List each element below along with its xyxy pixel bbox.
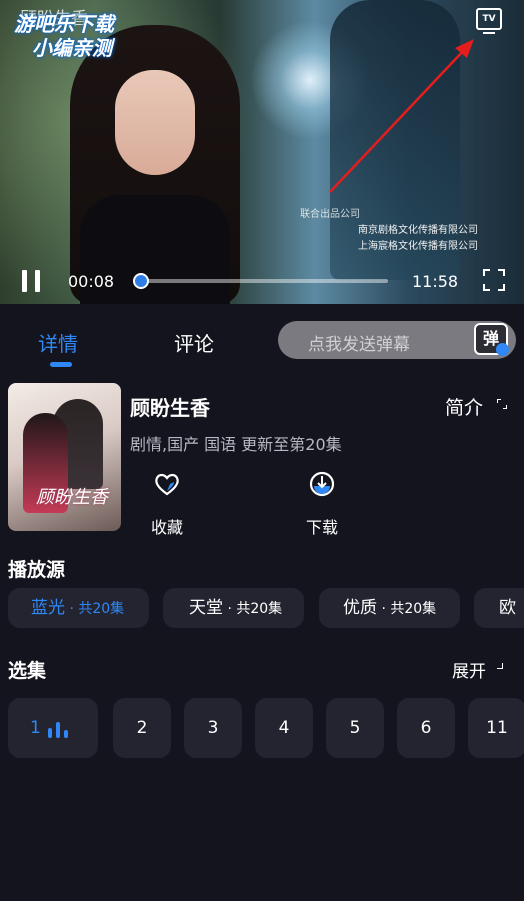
episodes-heading: 选集 bbox=[8, 660, 47, 682]
source-item[interactable]: 欧 bbox=[474, 588, 524, 628]
episode-item[interactable]: 4 bbox=[255, 698, 313, 758]
red-arrow-annotation bbox=[329, 39, 474, 193]
current-time: 00:08 bbox=[68, 272, 115, 291]
download-label: 下载 bbox=[305, 518, 338, 537]
favorite-button[interactable]: 收藏 bbox=[137, 470, 197, 538]
show-title: 顾盼生香 bbox=[130, 396, 210, 420]
episode-item[interactable]: 3 bbox=[184, 698, 242, 758]
check-badge-icon bbox=[496, 343, 509, 356]
download-icon bbox=[309, 471, 335, 497]
expand-corner-icon bbox=[497, 399, 507, 409]
source-count: · 共20集 bbox=[65, 601, 125, 617]
show-poster[interactable]: 顾盼生香 bbox=[8, 383, 121, 531]
tab-active-indicator bbox=[50, 362, 72, 367]
source-list: 蓝光 · 共20集 天堂 · 共20集 优质 · 共20集 欧 bbox=[8, 588, 524, 628]
fullscreen-icon[interactable] bbox=[483, 269, 505, 291]
episode-number: 1 bbox=[30, 718, 41, 738]
episode-item[interactable]: 11 bbox=[468, 698, 524, 758]
tab-details[interactable]: 详情 bbox=[38, 328, 78, 367]
expand-corner-icon bbox=[497, 663, 503, 669]
source-name: 优质 bbox=[343, 598, 377, 618]
tab-comments[interactable]: 评论 bbox=[174, 328, 214, 357]
total-time: 11:58 bbox=[412, 272, 459, 291]
progress-knob[interactable] bbox=[132, 273, 149, 289]
synopsis-button[interactable]: 简介 bbox=[445, 393, 507, 420]
source-item[interactable]: 天堂 · 共20集 bbox=[163, 588, 304, 628]
danmaku-placeholder: 点我发送弹幕 bbox=[308, 335, 410, 355]
credit-company-label: 联合出品公司 bbox=[300, 209, 360, 220]
episode-item[interactable]: 5 bbox=[326, 698, 384, 758]
source-count: · 共20集 bbox=[377, 601, 437, 617]
episode-item[interactable]: 6 bbox=[397, 698, 455, 758]
expand-label: 展开 bbox=[452, 662, 486, 682]
synopsis-label: 简介 bbox=[445, 397, 484, 419]
source-item[interactable]: 蓝光 · 共20集 bbox=[8, 588, 149, 628]
episode-list: 1 2 3 4 5 6 11 bbox=[8, 698, 524, 758]
show-meta: 剧情,国产 国语 更新至第20集 bbox=[130, 435, 342, 454]
danmaku-toggle-icon[interactable]: 弹 bbox=[474, 323, 509, 356]
danmaku-input[interactable]: 点我发送弹幕 弹 bbox=[278, 321, 516, 359]
poster-title: 顾盼生香 bbox=[36, 487, 108, 508]
source-name: 欧 bbox=[499, 598, 516, 618]
source-item[interactable]: 优质 · 共20集 bbox=[319, 588, 460, 628]
favorite-label: 收藏 bbox=[150, 518, 183, 537]
credit-line-2: 上海宸格文化传播有限公司 bbox=[358, 241, 478, 252]
player-controls: 00:08 11:58 bbox=[0, 262, 524, 302]
progress-bar[interactable] bbox=[132, 273, 388, 289]
credit-line-1: 南京剧格文化传播有限公司 bbox=[358, 225, 478, 236]
episode-item[interactable]: 2 bbox=[113, 698, 171, 758]
heart-icon bbox=[155, 473, 179, 496]
source-name: 蓝光 bbox=[31, 598, 65, 618]
playing-bars-icon bbox=[48, 722, 74, 738]
episode-item-current[interactable]: 1 bbox=[8, 698, 98, 758]
tab-details-label: 详情 bbox=[38, 332, 78, 356]
expand-episodes-button[interactable]: 展开 bbox=[452, 657, 503, 682]
detail-tabs: 详情 评论 点我发送弹幕 弹 bbox=[0, 310, 524, 372]
source-name: 天堂 bbox=[189, 598, 223, 618]
video-credits: 联合出品公司 南京剧格文化传播有限公司 上海宸格文化传播有限公司 bbox=[300, 207, 478, 255]
pause-icon[interactable] bbox=[22, 270, 40, 292]
video-player[interactable]: 顾盼生香 游吧乐下载 小编亲测 TV 联合出品公司 南京剧格文化传播有限公司 上… bbox=[0, 0, 524, 304]
sources-heading: 播放源 bbox=[8, 559, 66, 581]
download-button[interactable]: 下载 bbox=[292, 470, 352, 538]
source-count: · 共20集 bbox=[223, 601, 283, 617]
